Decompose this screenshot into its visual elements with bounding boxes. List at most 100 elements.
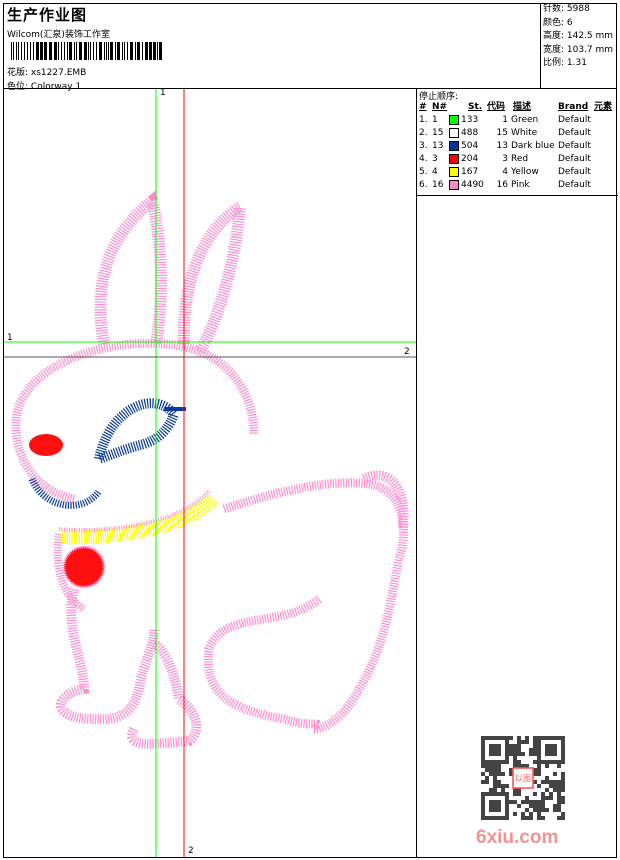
barcode-bar [21, 42, 22, 60]
barcode-bar [54, 42, 57, 60]
stitch-count: 4490 [461, 180, 484, 190]
color-description: Dark blue [511, 141, 555, 151]
barcode-bar [16, 42, 17, 60]
left-ear [94, 190, 167, 346]
needle-number: 4 [432, 167, 438, 177]
row-index: 2. [419, 128, 428, 138]
design-file: 花版: xs1227.EMB [7, 65, 86, 78]
barcode-bar [36, 42, 39, 60]
color-description: Red [511, 154, 529, 164]
stat-scale: 比例: 1.31 [543, 58, 587, 68]
barcode-bar [104, 42, 105, 60]
barcode-bar [67, 42, 68, 60]
barcode-bar [93, 42, 94, 60]
bell [62, 545, 106, 589]
barcode-bar [13, 42, 14, 60]
color-swatch [449, 128, 459, 138]
guide-label-v2: 2 [188, 846, 194, 856]
color-code: 16 [496, 180, 508, 190]
barcode-bar [127, 42, 128, 60]
barcode-bar [145, 42, 148, 60]
row-index: 1. [419, 115, 428, 125]
needle-number: 1 [432, 115, 438, 125]
embroidery-preview [4, 89, 416, 857]
color-code: 3 [502, 154, 508, 164]
color-code: 1 [502, 115, 508, 125]
color-swatch [449, 154, 459, 164]
stat-stitches: 针数: 5988 [543, 4, 590, 14]
barcode-bar [30, 42, 31, 60]
eye [92, 398, 180, 467]
brand: Default [558, 128, 591, 138]
front-legs [55, 587, 159, 725]
color-code: 4 [502, 167, 508, 177]
brand: Default [558, 141, 591, 151]
brand: Default [558, 154, 591, 164]
stitch-count: 167 [461, 167, 479, 177]
barcode-bar [106, 42, 107, 60]
color-description: Green [511, 115, 539, 125]
svg-text:以图: 以图 [515, 774, 531, 783]
needle-number: 16 [432, 180, 444, 190]
watermark-text: 6xiu.com [476, 827, 559, 848]
color-swatch [449, 167, 459, 177]
color-swatch [449, 180, 459, 190]
barcode-bar [76, 42, 77, 60]
color-code: 13 [496, 141, 508, 151]
stat-colors: 颜色: 6 [543, 17, 573, 28]
stitch-count: 488 [461, 128, 479, 138]
nose [29, 434, 63, 456]
color-sequence-table: 停止顺序: # N# St. 代码 描述 Brand 元素 1. 1 133 1 Gre… [417, 88, 618, 196]
row-index: 3. [419, 141, 428, 151]
barcode-bar [99, 42, 102, 60]
barcode-bar [117, 42, 120, 60]
design-label: 花版: [7, 68, 29, 78]
barcode-bar [157, 42, 158, 60]
col-n: N# [432, 102, 448, 112]
head-outline [11, 338, 259, 504]
brand: Default [558, 180, 591, 190]
color-swatch [449, 141, 459, 151]
barcode-bar [79, 42, 82, 60]
col-idx: # [419, 102, 427, 112]
color-description: Yellow [511, 167, 539, 177]
design-canvas: 1 1 2 2 [4, 89, 416, 857]
col-st: St. [468, 102, 483, 112]
company-name: Wilcom(汇泉)装饰工作室 [7, 30, 110, 40]
barcode-bar [90, 42, 91, 60]
stitch-count: 504 [461, 141, 479, 151]
barcode-bar [110, 42, 113, 60]
brand: Default [558, 115, 591, 125]
col-code: 代码 [487, 102, 506, 112]
mouth [28, 477, 102, 509]
barcode-bar [135, 42, 136, 60]
table-row: 4. 3 204 3 Red Default [417, 153, 618, 166]
barcode-bar [18, 42, 19, 60]
row-index: 4. [419, 154, 428, 164]
qr-code: 以图 [481, 736, 565, 820]
barcode-bar [44, 42, 47, 60]
design-value: xs1227.EMB [30, 68, 87, 78]
barcode-bar [130, 42, 133, 60]
header: 生产作业图 Wilcom(汇泉)装饰工作室 花版: xs1227.EMB 色位:… [4, 4, 540, 92]
barcode-bar [124, 42, 125, 60]
row-index: 5. [419, 167, 428, 177]
row-index: 6. [419, 180, 428, 190]
barcode-bar [24, 42, 25, 60]
color-description: Pink [511, 180, 530, 190]
table-row: 3. 13 504 13 Dark blue Default [417, 140, 618, 153]
barcode-bar [64, 42, 65, 60]
barcode-bar [115, 42, 116, 60]
needle-number: 15 [432, 128, 444, 138]
barcode-bar [69, 42, 72, 60]
barcode-bar [149, 42, 152, 60]
col-desc: 描述 [513, 102, 532, 112]
barcode-bar [33, 42, 34, 60]
barcode-bar [27, 42, 28, 60]
barcode [11, 42, 163, 60]
barcode-bar [11, 42, 12, 60]
table-row: 2. 15 488 15 White Default [417, 127, 618, 140]
barcode-bar [49, 42, 52, 60]
barcode-bar [58, 42, 59, 60]
table-row: 1. 1 133 1 Green Default [417, 114, 618, 127]
